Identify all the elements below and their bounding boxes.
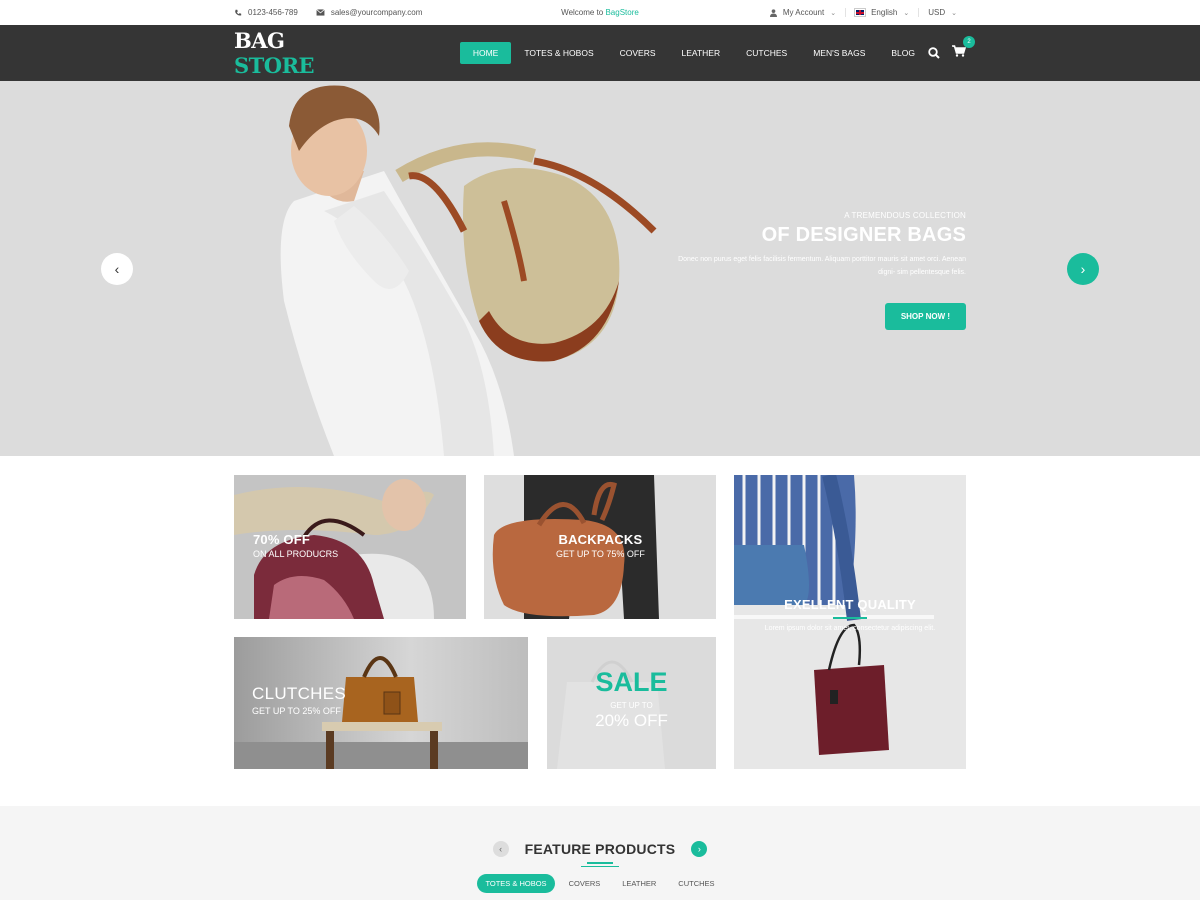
language-dropdown[interactable]: English ⌄ xyxy=(845,8,918,17)
sale-percent: 20% OFF xyxy=(595,711,668,730)
banner-quality-title: EXELLENT QUALITY xyxy=(784,597,916,612)
logo-accent: STORE xyxy=(234,53,315,78)
sale-title: SALE xyxy=(595,667,668,697)
banner-quality-text: Lorem ipsum dolor sit amet, consectetur … xyxy=(764,625,936,632)
feature-products-section: ‹ FEATURE PRODUCTS › TOTES & HOBOS COVER… xyxy=(0,806,1200,900)
hero-title: OF DESIGNER BAGS xyxy=(761,224,966,246)
search-icon[interactable] xyxy=(928,47,940,59)
tab-leather[interactable]: LEATHER xyxy=(614,874,664,893)
my-account-dropdown[interactable]: My Account ⌄ xyxy=(761,8,845,17)
banner-70-off[interactable]: 70% OFF ON ALL PRODUCRS xyxy=(234,475,466,619)
tab-totes-hobos[interactable]: TOTES & HOBOS xyxy=(477,874,555,893)
tab-cutches[interactable]: CUTCHES xyxy=(670,874,722,893)
hero-caption: A TREMENDOUS COLLECTION OF DESIGNER BAGS… xyxy=(666,211,966,330)
quality-divider xyxy=(833,617,867,619)
welcome-prefix: Welcome to xyxy=(561,8,606,17)
nav-blog[interactable]: BLOG xyxy=(878,42,928,64)
nav-mens-bags[interactable]: MEN'S BAGS xyxy=(800,42,878,64)
chevron-down-icon: ⌄ xyxy=(951,9,957,17)
nav-leather[interactable]: LEATHER xyxy=(669,42,734,64)
chevron-left-icon: ‹ xyxy=(499,844,503,854)
feature-prev-button[interactable]: ‹ xyxy=(492,841,509,857)
main-header: BAG STORE HOME TOTES & HOBOS COVERS LEAT… xyxy=(0,25,1200,81)
banner-backpacks-subtitle: GET UP TO 75% OFF xyxy=(556,549,645,559)
chevron-right-icon: › xyxy=(1080,261,1086,277)
chevron-down-icon: ⌄ xyxy=(830,9,837,17)
hero-subtitle: A TREMENDOUS COLLECTION xyxy=(844,211,966,220)
cart-count-badge: 2 xyxy=(963,36,975,48)
phone-info: 0123-456-789 xyxy=(234,8,298,17)
feature-title-underline xyxy=(581,862,619,867)
language-label: English xyxy=(871,8,898,17)
top-bar: 0123-456-789 sales@yourcompany.com Welco… xyxy=(0,0,1200,25)
chevron-left-icon: ‹ xyxy=(114,261,120,277)
nav-cutches[interactable]: CUTCHES xyxy=(733,42,800,64)
banner-excellent-quality[interactable]: EXELLENT QUALITY Lorem ipsum dolor sit a… xyxy=(734,475,966,769)
nav-totes-hobos[interactable]: TOTES & HOBOS xyxy=(511,42,606,64)
phone-icon xyxy=(235,9,242,16)
nav-covers[interactable]: COVERS xyxy=(607,42,669,64)
banner-backpacks[interactable]: BACKPACKS GET UP TO 75% OFF xyxy=(484,475,716,619)
uk-flag-icon xyxy=(854,8,867,17)
envelope-icon xyxy=(316,9,325,16)
feature-products-title: FEATURE PRODUCTS xyxy=(524,841,676,857)
banner-backpacks-title: BACKPACKS xyxy=(558,532,643,547)
slider-prev-button[interactable]: ‹ xyxy=(101,253,133,285)
welcome-text: Welcome to BagStore xyxy=(561,8,639,17)
shop-now-button[interactable]: SHOP NOW ! xyxy=(884,303,966,330)
nav-home[interactable]: HOME xyxy=(459,42,512,64)
welcome-brand[interactable]: BagStore xyxy=(605,8,638,17)
promo-banners: 70% OFF ON ALL PRODUCRS BACKPACKS GET UP… xyxy=(0,456,1200,806)
banner-70-off-subtitle: ON ALL PRODUCRS xyxy=(253,549,339,559)
currency-dropdown[interactable]: USD ⌄ xyxy=(918,8,966,17)
site-logo[interactable]: BAG STORE xyxy=(234,28,357,78)
logo-main: BAG xyxy=(234,28,285,53)
banner-clutches-subtitle: GET UP TO 25% OFF xyxy=(252,706,341,716)
chevron-right-icon: › xyxy=(697,844,701,854)
cart-icon xyxy=(952,45,967,57)
phone-number: 0123-456-789 xyxy=(248,8,298,17)
chevron-down-icon: ⌄ xyxy=(903,9,910,17)
banner-clutches[interactable]: CLUTCHES GET UP TO 25% OFF xyxy=(234,637,528,769)
email-info[interactable]: sales@yourcompany.com xyxy=(316,8,423,17)
feature-next-button[interactable]: › xyxy=(691,841,708,857)
main-nav: HOME TOTES & HOBOS COVERS LEATHER CUTCHE… xyxy=(459,42,928,64)
banner-clutches-title: CLUTCHES xyxy=(252,684,347,703)
tab-covers[interactable]: COVERS xyxy=(561,874,609,893)
email-address[interactable]: sales@yourcompany.com xyxy=(331,8,423,17)
currency-label: USD xyxy=(928,8,946,17)
hero-slider: A TREMENDOUS COLLECTION OF DESIGNER BAGS… xyxy=(0,81,1200,456)
sale-subtitle: GET UP TO xyxy=(610,701,653,710)
user-icon xyxy=(769,8,777,17)
slider-next-button[interactable]: › xyxy=(1067,253,1099,285)
banner-sale[interactable]: SALE GET UP TO 20% OFF xyxy=(547,637,716,769)
banner-70-off-title: 70% OFF xyxy=(253,532,311,547)
hero-man-with-bag-image xyxy=(280,85,657,456)
my-account-label: My Account xyxy=(782,8,825,17)
cart-button[interactable]: 2 xyxy=(952,36,975,62)
hero-description: Donec non purus eget felis facilisis fer… xyxy=(678,256,966,276)
